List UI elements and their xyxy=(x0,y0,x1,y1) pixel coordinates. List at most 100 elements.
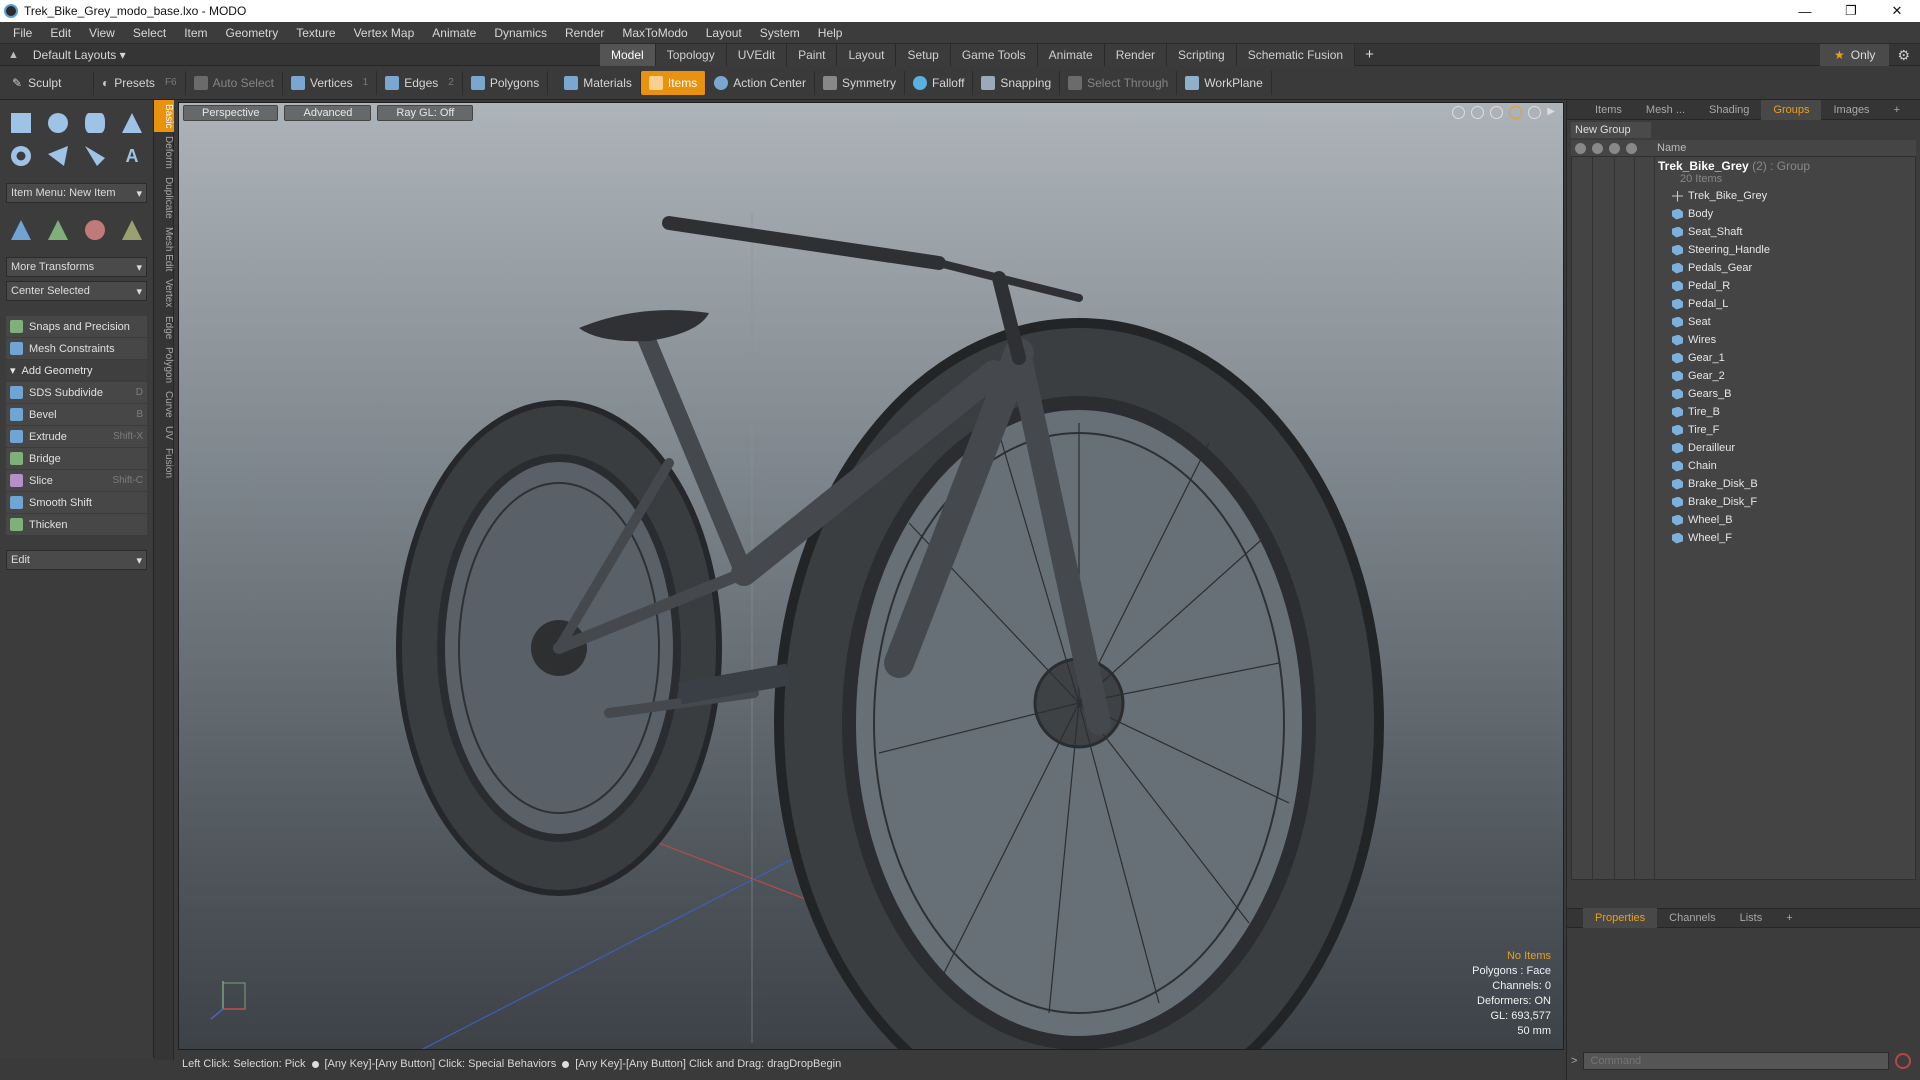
orbit-icon[interactable] xyxy=(1471,106,1485,119)
vtab-mesh-edit[interactable]: Mesh Edit xyxy=(154,223,174,275)
menu-texture[interactable]: Texture xyxy=(287,26,344,40)
list-item[interactable]: Pedal_R xyxy=(1572,277,1915,295)
menu-vertex-map[interactable]: Vertex Map xyxy=(345,26,424,40)
move-icon[interactable] xyxy=(6,215,36,245)
add-tab-icon[interactable]: + xyxy=(1355,44,1384,66)
workplane-button[interactable]: WorkPlane xyxy=(1177,70,1272,95)
tab-paint[interactable]: Paint xyxy=(787,43,838,66)
extrude-button[interactable]: Extrude Shift-X xyxy=(6,426,147,447)
menu-file[interactable]: File xyxy=(4,26,41,40)
list-item[interactable]: Pedals_Gear xyxy=(1572,259,1915,277)
tab-images[interactable]: Images xyxy=(1821,100,1881,120)
scale-icon[interactable] xyxy=(80,215,110,245)
viewport-gear-icon[interactable] xyxy=(1528,106,1542,119)
vtab-curve[interactable]: Curve xyxy=(154,387,174,422)
sphere-icon[interactable] xyxy=(43,108,73,138)
snapping-button[interactable]: Snapping xyxy=(973,70,1061,95)
tab-properties[interactable]: Properties xyxy=(1583,908,1658,928)
transform-icon[interactable] xyxy=(117,215,147,245)
list-item[interactable]: Brake_Disk_F xyxy=(1572,493,1915,511)
falloff-button[interactable]: Falloff xyxy=(905,70,974,95)
tab-render[interactable]: Render xyxy=(1104,43,1168,66)
list-item[interactable]: Chain xyxy=(1572,457,1915,475)
auto-select-button[interactable]: Auto Select xyxy=(186,70,283,95)
list-item[interactable]: Pedal_L xyxy=(1572,295,1915,313)
list-item[interactable]: Derailleur xyxy=(1572,439,1915,457)
render-icon[interactable] xyxy=(1592,142,1603,154)
tab-mesh[interactable]: Mesh ... xyxy=(1634,100,1697,120)
new-group-button[interactable]: New Group xyxy=(1571,122,1651,138)
minimize-button[interactable]: — xyxy=(1782,0,1828,22)
vtab-uv[interactable]: UV xyxy=(154,422,174,444)
cone-icon[interactable] xyxy=(117,108,147,138)
ray-gl-button[interactable]: Ray GL: Off xyxy=(377,105,474,121)
only-toggle[interactable]: ★ Only xyxy=(1819,44,1890,66)
command-input[interactable] xyxy=(1583,1052,1889,1070)
zoom-icon[interactable] xyxy=(1490,106,1504,119)
edges-button[interactable]: Edges 2 xyxy=(377,70,463,95)
menu-help[interactable]: Help xyxy=(809,26,852,40)
sculpt-button[interactable]: ✎ Sculpt xyxy=(4,70,94,95)
tab-setup[interactable]: Setup xyxy=(896,43,951,66)
advanced-button[interactable]: Advanced xyxy=(284,105,372,121)
list-item[interactable]: Gear_2 xyxy=(1572,367,1915,385)
layout-up-icon[interactable]: ▲ xyxy=(8,49,19,61)
add-tab-icon[interactable]: + xyxy=(1774,908,1804,928)
tab-model[interactable]: Model xyxy=(600,43,656,66)
menu-system[interactable]: System xyxy=(751,26,809,40)
slice-button[interactable]: Slice Shift-C xyxy=(6,470,147,491)
gear-icon[interactable]: ⚙ xyxy=(1897,47,1910,64)
cylinder-icon[interactable] xyxy=(80,108,110,138)
bridge-button[interactable]: Bridge xyxy=(6,448,147,469)
menu-item[interactable]: Item xyxy=(175,26,216,40)
add-tab-icon[interactable]: + xyxy=(1882,100,1912,120)
fit-icon[interactable] xyxy=(1509,106,1523,119)
perspective-button[interactable]: Perspective xyxy=(183,105,279,121)
expand-arrow-icon[interactable]: ▶ xyxy=(1547,106,1555,119)
menu-view[interactable]: View xyxy=(80,26,124,40)
pen-icon[interactable] xyxy=(43,141,73,171)
vertices-button[interactable]: Vertices 1 xyxy=(283,70,378,95)
close-button[interactable]: ✕ xyxy=(1874,0,1920,22)
list-item[interactable]: Tire_F xyxy=(1572,421,1915,439)
menu-layout[interactable]: Layout xyxy=(697,26,751,40)
vtab-deform[interactable]: Deform xyxy=(154,132,174,173)
select-through-button[interactable]: Select Through xyxy=(1060,70,1178,95)
materials-button[interactable]: Materials xyxy=(556,70,641,95)
default-layouts-dropdown[interactable]: Default Layouts ▾ xyxy=(33,48,126,62)
vtab-basic[interactable]: Basic xyxy=(154,100,174,133)
mesh-constraints-button[interactable]: Mesh Constraints xyxy=(6,338,147,359)
tab-layout[interactable]: Layout xyxy=(837,43,897,66)
list-item[interactable]: Wires xyxy=(1572,331,1915,349)
tab-uvedit[interactable]: UVEdit xyxy=(726,43,788,66)
tab-shading[interactable]: Shading xyxy=(1697,100,1761,120)
smooth-shift-button[interactable]: Smooth Shift xyxy=(6,492,147,513)
vtab-vertex[interactable]: Vertex xyxy=(154,275,174,311)
tab-game-tools[interactable]: Game Tools xyxy=(950,43,1038,66)
list-item[interactable]: Gears_B xyxy=(1572,385,1915,403)
maximize-button[interactable]: ❐ xyxy=(1828,0,1874,22)
item-menu-dropdown[interactable]: Item Menu: New Item ▾ xyxy=(6,183,147,203)
group-row[interactable]: Trek_Bike_Grey (2) : Group 20 Items xyxy=(1572,157,1915,187)
tab-scripting[interactable]: Scripting xyxy=(1167,43,1237,66)
list-item[interactable]: Steering_Handle xyxy=(1572,241,1915,259)
text-icon[interactable]: A xyxy=(117,141,147,171)
snaps-precision-button[interactable]: Snaps and Precision xyxy=(6,316,147,337)
curve-icon[interactable] xyxy=(80,141,110,171)
select-icon[interactable] xyxy=(1626,142,1637,154)
menu-edit[interactable]: Edit xyxy=(41,26,80,40)
list-item[interactable]: Wheel_B xyxy=(1572,511,1915,529)
eye-icon[interactable] xyxy=(1575,142,1586,154)
tab-topology[interactable]: Topology xyxy=(655,43,727,66)
items-button[interactable]: Items xyxy=(640,70,707,95)
symmetry-button[interactable]: Symmetry xyxy=(815,70,905,95)
menu-render[interactable]: Render xyxy=(556,26,613,40)
polygons-button[interactable]: Polygons xyxy=(463,70,549,95)
list-item[interactable]: Seat_Shaft xyxy=(1572,223,1915,241)
tab-animate[interactable]: Animate xyxy=(1037,43,1105,66)
thicken-button[interactable]: Thicken xyxy=(6,514,147,535)
menu-dynamics[interactable]: Dynamics xyxy=(485,26,556,40)
list-item[interactable]: Gear_1 xyxy=(1572,349,1915,367)
stop-icon[interactable] xyxy=(1895,1053,1911,1069)
list-item[interactable]: Seat xyxy=(1572,313,1915,331)
